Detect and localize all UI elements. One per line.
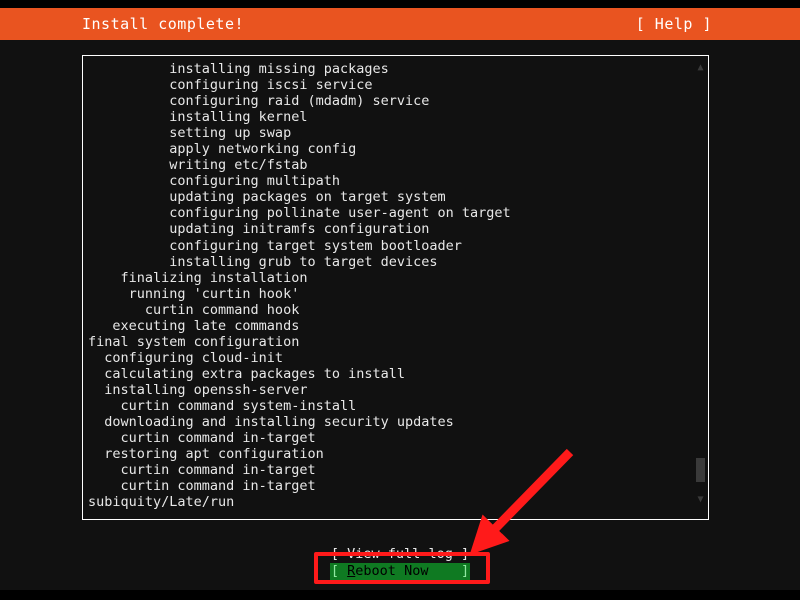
letterbox-top [0, 0, 800, 8]
log-line: setting up swap [88, 125, 292, 142]
log-line: final system configuration [88, 333, 300, 350]
header-bar: Install complete! [ Help ] [0, 8, 800, 40]
log-line: curtin command in-target [88, 462, 316, 479]
log-line: curtin command in-target [88, 430, 316, 447]
log-line: running 'curtin hook' [88, 285, 300, 302]
scrollbar-thumb[interactable] [696, 458, 705, 482]
reboot-spacer [428, 563, 461, 579]
log-line: calculating extra packages to install [88, 365, 405, 382]
reboot-close-bracket: ] [460, 563, 470, 579]
log-line: configuring iscsi service [88, 77, 373, 94]
log-line: updating initramfs configuration [88, 221, 430, 238]
log-line: configuring raid (mdadm) service [88, 93, 430, 110]
help-button[interactable]: [ Help ] [636, 8, 712, 40]
page-title: Install complete! [82, 15, 245, 33]
log-line: configuring pollinate user-agent on targ… [88, 205, 511, 222]
log-line: updating packages on target system [88, 189, 446, 206]
scroll-up-arrow-icon[interactable]: ▲ [694, 61, 707, 74]
log-line: subiquity/Late/run [88, 494, 235, 511]
view-full-log-button[interactable]: [ View full log ] [0, 546, 800, 562]
log-line: curtin command hook [88, 301, 300, 318]
log-line: installing kernel [88, 109, 308, 126]
install-log-panel: installing missing packages configuring … [82, 55, 709, 520]
letterbox-bottom [0, 590, 800, 600]
log-line: configuring target system bootloader [88, 237, 462, 254]
log-line: curtin command system-install [88, 397, 357, 414]
log-line: installing grub to target devices [88, 253, 438, 270]
installer-screen: Install complete! [ Help ] installing mi… [0, 0, 800, 600]
log-line: executing late commands [88, 317, 300, 334]
log-line: installing missing packages [88, 61, 389, 77]
install-log-lines: installing missing packages configuring … [88, 61, 688, 510]
log-line: downloading and installing security upda… [88, 414, 454, 431]
log-line: finalizing installation [88, 269, 308, 286]
log-line: curtin command in-target [88, 478, 316, 495]
reboot-now-button[interactable]: [ Reboot Now ] [329, 563, 471, 580]
log-line: installing openssh-server [88, 381, 308, 398]
log-line: configuring multipath [88, 173, 340, 190]
log-line: apply networking config [88, 141, 357, 158]
scroll-down-arrow-icon[interactable]: ▼ [694, 493, 707, 506]
log-line: configuring cloud-init [88, 349, 284, 366]
reboot-label-rest: eboot Now [355, 563, 429, 579]
log-line: writing etc/fstab [88, 157, 308, 174]
reboot-open-bracket: [ [330, 563, 348, 579]
log-scrollbar[interactable]: ▲ ▼ [694, 57, 707, 519]
reboot-now-button-row: [ Reboot Now ] [0, 561, 800, 580]
log-line: restoring apt configuration [88, 446, 324, 463]
